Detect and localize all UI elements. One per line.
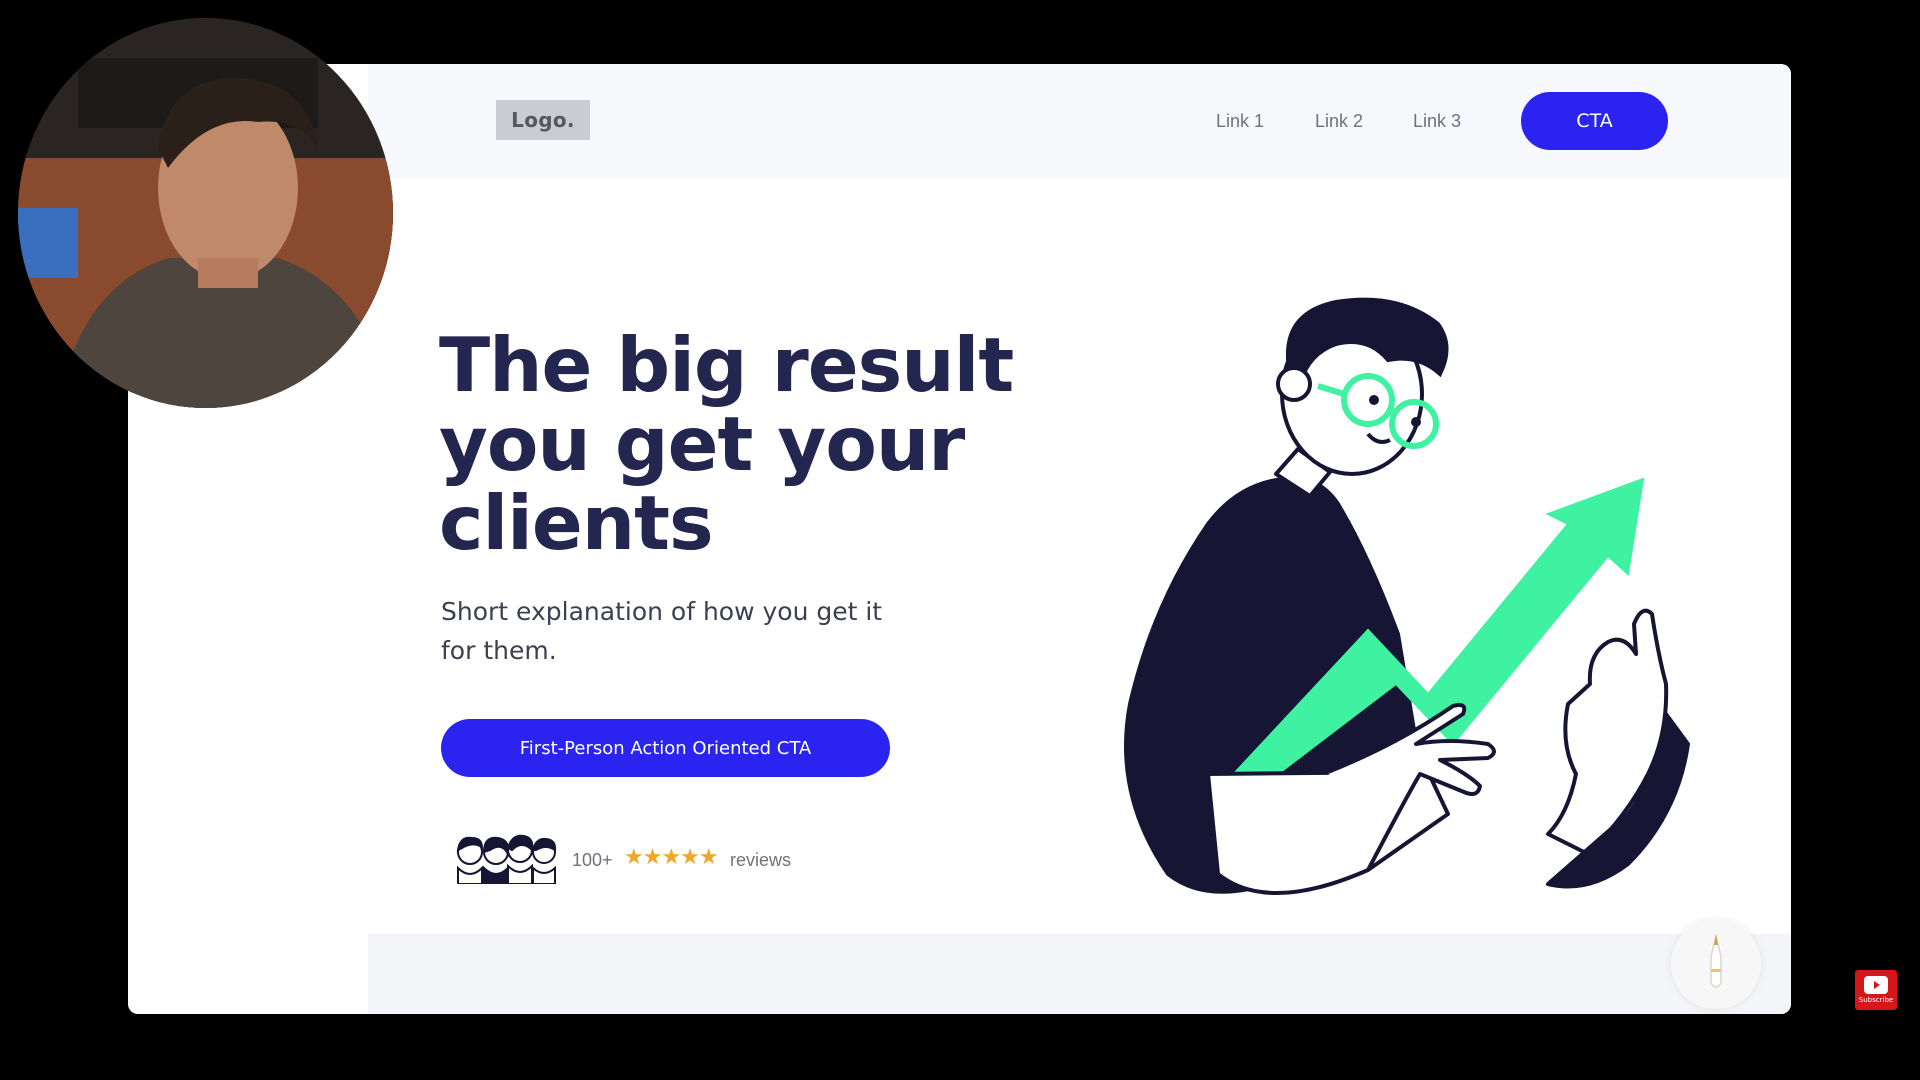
hero-title: The big result you get your clients	[439, 321, 1014, 567]
review-label: reviews	[730, 850, 792, 870]
youtube-subscribe-watermark[interactable]: Subscribe	[1855, 970, 1897, 1010]
edit-tool-button[interactable]	[1671, 919, 1761, 1009]
next-section-background	[368, 934, 1791, 1014]
hero-cta-button[interactable]: First-Person Action Oriented CTA	[441, 719, 890, 777]
hero-illustration	[1124, 297, 1690, 896]
star-rating: ★★★★★	[624, 845, 719, 870]
webcam-overlay	[18, 18, 393, 408]
presenter-video	[18, 18, 393, 408]
video-frame: Logo. Link 1 Link 2 Link 3 CTA The big r…	[0, 0, 1920, 1080]
subscribe-label: Subscribe	[1858, 996, 1894, 1004]
logo[interactable]: Logo.	[496, 100, 590, 140]
nav-link-2[interactable]: Link 2	[1315, 111, 1363, 132]
user-avatars-icon	[456, 834, 557, 884]
nav-link-1[interactable]: Link 1	[1216, 111, 1264, 132]
pen-icon	[1710, 934, 1722, 988]
hero-subtitle: Short explanation of how you get it for …	[441, 597, 883, 665]
person-head	[1276, 297, 1449, 476]
header-cta-button[interactable]: CTA	[1521, 92, 1668, 150]
nav-link-3[interactable]: Link 3	[1413, 111, 1461, 132]
youtube-icon	[1864, 976, 1888, 994]
review-count: 100+	[572, 850, 613, 870]
